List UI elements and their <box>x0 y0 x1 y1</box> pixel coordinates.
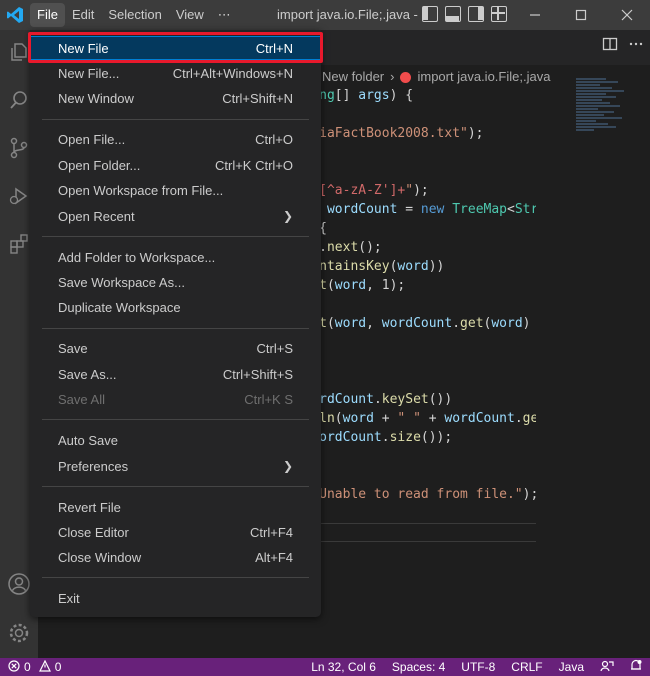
menu-item-add-folder[interactable]: Add Folder to Workspace... <box>30 245 321 269</box>
toggle-secondary-sidebar-icon[interactable] <box>468 6 484 22</box>
menu-file[interactable]: File <box>30 3 65 27</box>
problems-indicator[interactable]: 0 0 <box>0 659 62 675</box>
highlight-callout-box <box>28 32 323 63</box>
warning-count: 0 <box>54 660 62 674</box>
more-actions-icon[interactable] <box>628 36 644 55</box>
submenu-chevron-icon: ❯ <box>282 209 293 223</box>
layout-controls <box>422 6 507 22</box>
menu-edit[interactable]: Edit <box>65 3 101 27</box>
menu-separator <box>42 577 309 578</box>
menu-separator <box>42 419 309 420</box>
minimap[interactable] <box>576 78 636 188</box>
menu-selection[interactable]: Selection <box>101 3 168 27</box>
toggle-sidebar-icon[interactable] <box>422 6 438 22</box>
menu-item-save-workspace-as[interactable]: Save Workspace As... <box>30 270 321 294</box>
vscode-logo-icon <box>0 0 30 30</box>
menu-item-save[interactable]: Save Ctrl+S <box>30 336 321 360</box>
close-icon[interactable] <box>604 0 650 30</box>
feedback-icon[interactable] <box>592 660 622 675</box>
menu-item-exit[interactable]: Exit <box>30 586 321 610</box>
status-bar: 0 0 Ln 32, Col 6 Spaces: 4 UTF-8 CRLF Ja… <box>0 658 650 676</box>
menu-item-preferences[interactable]: Preferences ❯ <box>30 454 321 478</box>
menu-separator <box>42 328 309 329</box>
menu-item-duplicate-workspace[interactable]: Duplicate Workspace <box>30 295 321 319</box>
menu-separator <box>42 119 309 120</box>
menu-item-auto-save[interactable]: Auto Save <box>30 428 321 452</box>
menu-separator <box>42 486 309 487</box>
cursor-position[interactable]: Ln 32, Col 6 <box>303 660 384 674</box>
maximize-icon[interactable] <box>558 0 604 30</box>
menu-item-close-window[interactable]: Close Window Alt+F4 <box>30 545 321 569</box>
breadcrumb: New folder › import java.io.File;.java <box>322 66 550 88</box>
window-title: import java.io.File;.java - <box>277 7 418 22</box>
toggle-panel-icon[interactable] <box>445 6 461 22</box>
menu-item-open-file[interactable]: Open File... Ctrl+O <box>30 127 321 151</box>
file-menu-dropdown: New File Ctrl+N New File... Ctrl+Alt+Windo… <box>30 30 321 617</box>
minimize-icon[interactable] <box>512 0 558 30</box>
language-mode[interactable]: Java <box>551 660 592 674</box>
menu-separator <box>42 236 309 237</box>
settings-gear-icon[interactable] <box>0 613 38 653</box>
encoding[interactable]: UTF-8 <box>453 660 503 674</box>
java-error-icon <box>400 71 412 83</box>
title-bar: File Edit Selection View ⋯ import java.i… <box>0 0 650 30</box>
menu-item-revert-file[interactable]: Revert File <box>30 495 321 519</box>
status-bar-right: Ln 32, Col 6 Spaces: 4 UTF-8 CRLF Java <box>303 658 650 676</box>
notifications-bell-icon[interactable] <box>622 659 650 675</box>
split-editor-icon[interactable] <box>602 36 618 55</box>
menu-item-save-as[interactable]: Save As... Ctrl+Shift+S <box>30 362 321 386</box>
menu-item-new-file-dialog[interactable]: New File... Ctrl+Alt+Windows+N <box>30 61 321 85</box>
breadcrumb-folder[interactable]: New folder <box>322 66 384 88</box>
breadcrumb-separator-icon: › <box>390 69 395 84</box>
menu-item-save-all: Save All Ctrl+K S <box>58 391 293 407</box>
menu-view[interactable]: View <box>169 3 211 27</box>
editor-scrollbar[interactable] <box>636 68 650 658</box>
menu-item-new-window[interactable]: New Window Ctrl+Shift+N <box>30 86 321 110</box>
menu-item-open-workspace[interactable]: Open Workspace from File... <box>30 178 321 202</box>
end-of-line[interactable]: CRLF <box>503 660 550 674</box>
window-controls <box>512 0 650 30</box>
breadcrumb-file[interactable]: import java.io.File;.java <box>417 66 550 88</box>
menu-item-open-folder[interactable]: Open Folder... Ctrl+K Ctrl+O <box>30 153 321 177</box>
submenu-chevron-icon: ❯ <box>282 459 293 473</box>
editor-actions <box>602 36 644 55</box>
menu-item-close-editor[interactable]: Close Editor Ctrl+F4 <box>30 520 321 544</box>
menu-more-icon[interactable]: ⋯ <box>211 3 238 27</box>
error-icon <box>8 659 20 675</box>
warning-icon <box>38 659 51 675</box>
menu-item-open-recent[interactable]: Open Recent ❯ <box>30 204 321 228</box>
customize-layout-icon[interactable] <box>491 6 507 22</box>
indentation[interactable]: Spaces: 4 <box>384 660 453 674</box>
menu-bar: File Edit Selection View ⋯ <box>30 0 238 30</box>
error-count: 0 <box>24 660 31 674</box>
